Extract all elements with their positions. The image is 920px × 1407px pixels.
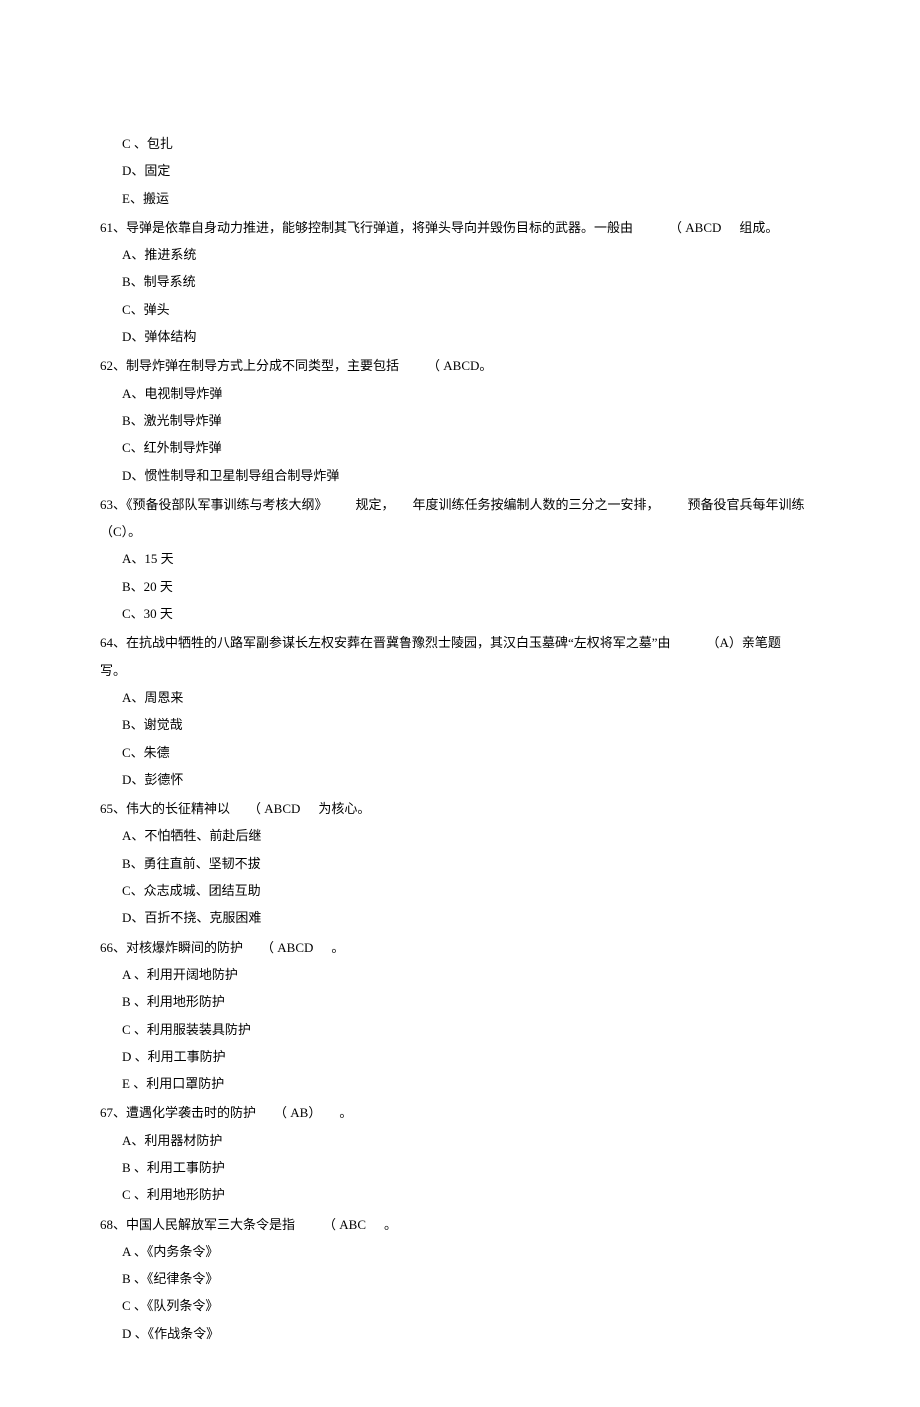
answer-option: C、红外制导炸弹 xyxy=(100,434,830,461)
answer-option: E 、利用口罩防护 xyxy=(100,1070,830,1097)
answer-option: A 、利用开阔地防护 xyxy=(100,961,830,988)
answer-option: C 、包扎 xyxy=(100,130,830,157)
question-stem: 61、导弹是依靠自身动力推进，能够控制其飞行弹道，将弹头导向并毁伤目标的武器。一… xyxy=(100,214,830,241)
question-stem: 63、《预备役部队军事训练与考核大纲》规定，年度训练任务按编制人数的三分之一安排… xyxy=(100,491,830,546)
answer-option: D、固定 xyxy=(100,157,830,184)
answer-option: A、利用器材防护 xyxy=(100,1127,830,1154)
answer-option: C 、利用地形防护 xyxy=(100,1181,830,1208)
question-stem: 66、对核爆炸瞬间的防护（ ABCD。 xyxy=(100,934,830,961)
answer-option: E、搬运 xyxy=(100,185,830,212)
answer-option: C、朱德 xyxy=(100,739,830,766)
answer-option: D 、《作战条令》 xyxy=(100,1320,830,1347)
answer-option: A、周恩来 xyxy=(100,684,830,711)
question-stem: 64、在抗战中牺牲的八路军副参谋长左权安葬在晋冀鲁豫烈士陵园，其汉白玉墓碑“左权… xyxy=(100,629,830,656)
answer-option: C、弹头 xyxy=(100,296,830,323)
answer-option: B 、《纪律条令》 xyxy=(100,1265,830,1292)
answer-option: A、推进系统 xyxy=(100,241,830,268)
question-stem: 68、中国人民解放军三大条令是指（ ABC。 xyxy=(100,1211,830,1238)
answer-option: A、电视制导炸弹 xyxy=(100,380,830,407)
answer-option: D、惯性制导和卫星制导组合制导炸弹 xyxy=(100,462,830,489)
answer-option: D、彭德怀 xyxy=(100,766,830,793)
answer-option: C、30 天 xyxy=(100,600,830,627)
answer-option: D 、利用工事防护 xyxy=(100,1043,830,1070)
answer-option: B、20 天 xyxy=(100,573,830,600)
question-stem: 65、伟大的长征精神以（ ABCD为核心。 xyxy=(100,795,830,822)
answer-option: A、15 天 xyxy=(100,545,830,572)
answer-option: C、众志成城、团结互助 xyxy=(100,877,830,904)
question-continuation: 写。 xyxy=(100,657,830,684)
answer-option: C 、《队列条令》 xyxy=(100,1292,830,1319)
question-stem: 62、制导炸弹在制导方式上分成不同类型，主要包括（ ABCD。 xyxy=(100,352,830,379)
answer-option: D、百折不挠、克服困难 xyxy=(100,904,830,931)
answer-option: B、激光制导炸弹 xyxy=(100,407,830,434)
answer-option: B 、利用地形防护 xyxy=(100,988,830,1015)
answer-option: D、弹体结构 xyxy=(100,323,830,350)
question-stem: 67、遭遇化学袭击时的防护（ AB）。 xyxy=(100,1099,830,1126)
answer-option: C 、利用服装装具防护 xyxy=(100,1016,830,1043)
answer-option: B、制导系统 xyxy=(100,268,830,295)
answer-option: A、不怕牺牲、前赴后继 xyxy=(100,822,830,849)
document-body: C 、包扎D、固定E、搬运61、导弹是依靠自身动力推进，能够控制其飞行弹道，将弹… xyxy=(100,130,830,1347)
answer-option: B 、利用工事防护 xyxy=(100,1154,830,1181)
answer-option: A 、《内务条令》 xyxy=(100,1238,830,1265)
answer-option: B、谢觉哉 xyxy=(100,711,830,738)
answer-option: B、勇往直前、坚韧不拔 xyxy=(100,850,830,877)
